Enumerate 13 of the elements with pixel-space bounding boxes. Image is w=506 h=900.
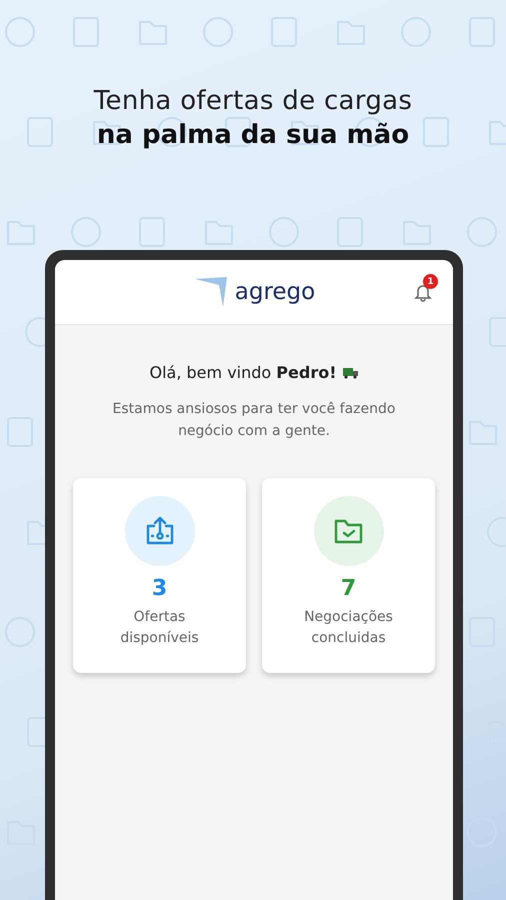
notification-badge: 1 (423, 274, 438, 289)
headline-text: na palma da sua mão (96, 120, 410, 150)
stat-card[interactable]: 3 Ofertas disponíveis (73, 478, 246, 673)
headline-text: Tenha ofertas de cargas (92, 86, 414, 116)
truck-icon (342, 366, 358, 378)
stat-count: 7 (340, 576, 356, 601)
stat-label: Ofertas disponíveis (119, 608, 200, 648)
logo-text: agrego (234, 279, 316, 305)
stat-count: 3 (152, 576, 168, 601)
greeting-text: Olá, bem vindo Pedro! (150, 363, 336, 382)
subtitle-text: Estamos ansiosos para ter você fazendo negócio com a gente. (112, 400, 396, 441)
stat-card[interactable]: 7 Negociações concluidas (262, 478, 435, 673)
stat-label: Negociações concluidas (303, 608, 394, 648)
